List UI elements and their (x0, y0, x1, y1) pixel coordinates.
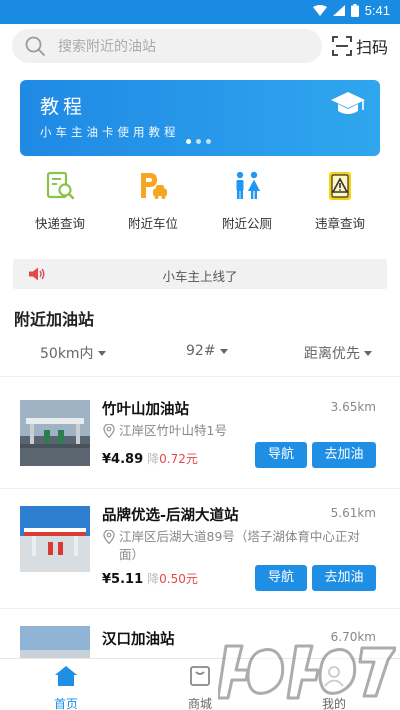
search-placeholder: 搜索附近的油站 (58, 39, 156, 55)
tab-mall[interactable]: 商城 (150, 665, 250, 710)
station-card[interactable]: 品牌优选-后湖大道站 5.61km 江岸区后湖大道89号（塔子湖体育中心正对面）… (0, 500, 400, 610)
sort-filter-label: 距离优先 (304, 346, 360, 362)
station-distance: 5.61km (330, 506, 376, 520)
fuel-filter-label: 92# (186, 343, 216, 359)
bottom-tab-bar: 首页 商城 我的 (0, 658, 400, 710)
package-search-icon (46, 171, 75, 200)
station-price-row: ¥5.11 降0.50元 (102, 570, 198, 587)
pagination-dot[interactable] (186, 139, 191, 144)
station-address: 江岸区后湖大道89号（塔子湖体育中心正对面） (119, 529, 360, 562)
tutorial-banner[interactable]: 教程 小车主油卡使用教程 (20, 80, 380, 156)
station-distance: 6.70km (330, 630, 376, 644)
pagination-dot[interactable] (196, 139, 201, 144)
station-photo (20, 506, 90, 572)
divider (0, 488, 400, 489)
location-pin-icon (103, 424, 115, 438)
discount-unit: 元 (185, 572, 198, 586)
status-indicators: 5:41 (312, 3, 390, 18)
station-discount: 降0.72元 (147, 452, 198, 466)
station-name: 汉口加油站 (102, 632, 175, 648)
banner-title: 教程 (40, 96, 87, 118)
divider (0, 608, 400, 609)
station-price-row: ¥4.89 降0.72元 (102, 450, 198, 467)
user-icon (324, 666, 344, 687)
tab-label: 我的 (321, 697, 346, 710)
fuel-filter-dropdown[interactable]: 92# (186, 343, 228, 359)
announcement-text: 小车主上线了 (162, 269, 238, 284)
scan-label: 扫码 (356, 38, 389, 57)
station-price: ¥5.11 (102, 572, 144, 587)
banner-pagination (186, 139, 211, 144)
station-price: ¥4.89 (102, 452, 144, 467)
station-photo (20, 400, 90, 466)
tab-mine[interactable]: 我的 (284, 665, 384, 710)
status-bar: 5:41 (0, 0, 400, 24)
scan-button[interactable]: 扫码 (332, 34, 388, 58)
announcement-bar[interactable]: 小车主上线了 (13, 259, 387, 289)
quick-action-label: 附近车位 (127, 216, 178, 231)
search-row: 搜索附近的油站 扫码 (0, 26, 400, 66)
navigate-button[interactable]: 导航 (255, 442, 307, 468)
quick-action-nearby-parking[interactable]: 附近车位 (105, 170, 201, 232)
navigate-button[interactable]: 导航 (255, 565, 307, 591)
status-time: 5:41 (364, 3, 390, 18)
caret-down-icon (364, 350, 372, 356)
quick-action-package-query[interactable]: 快递查询 (12, 170, 108, 232)
discount-amount: 0.50 (159, 572, 186, 586)
station-address-row: 江岸区后湖大道89号（塔子湖体育中心正对面） (102, 528, 378, 564)
quick-action-label: 附近公厕 (221, 216, 272, 231)
tab-label: 商城 (187, 697, 212, 710)
discount-prefix: 降 (147, 572, 160, 586)
section-title: 附近加油站 (14, 310, 95, 329)
caret-down-icon (219, 348, 228, 354)
restroom-icon (236, 171, 260, 199)
quick-action-label: 快递查询 (34, 216, 85, 231)
shopping-bag-icon (190, 666, 210, 686)
filter-bar: 50km内 92# 距离优先 (0, 340, 400, 364)
divider (0, 376, 400, 377)
graduation-cap-icon (331, 92, 365, 114)
quick-actions: 快递查询 附近车位 附近公厕 违章查询 (0, 170, 400, 234)
station-address: 江岸区竹叶山特1号 (119, 423, 227, 438)
sort-filter-dropdown[interactable]: 距离优先 (304, 343, 372, 363)
refuel-button[interactable]: 去加油 (312, 442, 376, 468)
station-name: 竹叶山加油站 (102, 402, 189, 418)
violation-warning-icon (329, 172, 351, 200)
discount-unit: 元 (185, 452, 198, 466)
station-card[interactable]: 汉口加油站 6.70km (0, 624, 400, 658)
discount-prefix: 降 (147, 452, 160, 466)
home-icon (55, 666, 77, 686)
station-photo (20, 626, 90, 658)
battery-icon (350, 4, 359, 17)
search-input[interactable]: 搜索附近的油站 (12, 29, 322, 63)
scan-icon (332, 36, 352, 56)
banner-subtitle: 小车主油卡使用教程 (40, 125, 180, 139)
tab-home[interactable]: 首页 (16, 665, 116, 710)
search-icon (25, 36, 45, 56)
range-filter-label: 50km内 (40, 346, 94, 362)
caret-down-icon (97, 350, 106, 356)
station-address-row: 江岸区竹叶山特1号 (102, 422, 378, 440)
location-pin-icon (103, 530, 115, 544)
refuel-button[interactable]: 去加油 (312, 565, 376, 591)
quick-action-violation-query[interactable]: 违章查询 (292, 170, 388, 232)
parking-icon (141, 173, 167, 199)
wifi-icon (312, 5, 327, 16)
range-filter-dropdown[interactable]: 50km内 (40, 343, 106, 363)
station-name: 品牌优选-后湖大道站 (102, 508, 239, 524)
station-distance: 3.65km (330, 400, 376, 414)
discount-amount: 0.72 (159, 452, 186, 466)
station-discount: 降0.50元 (147, 572, 198, 586)
tab-label: 首页 (53, 697, 78, 710)
pagination-dot[interactable] (206, 139, 211, 144)
quick-action-label: 违章查询 (314, 216, 365, 231)
quick-action-nearby-restroom[interactable]: 附近公厕 (199, 170, 295, 232)
cellular-signal-icon (332, 5, 345, 16)
